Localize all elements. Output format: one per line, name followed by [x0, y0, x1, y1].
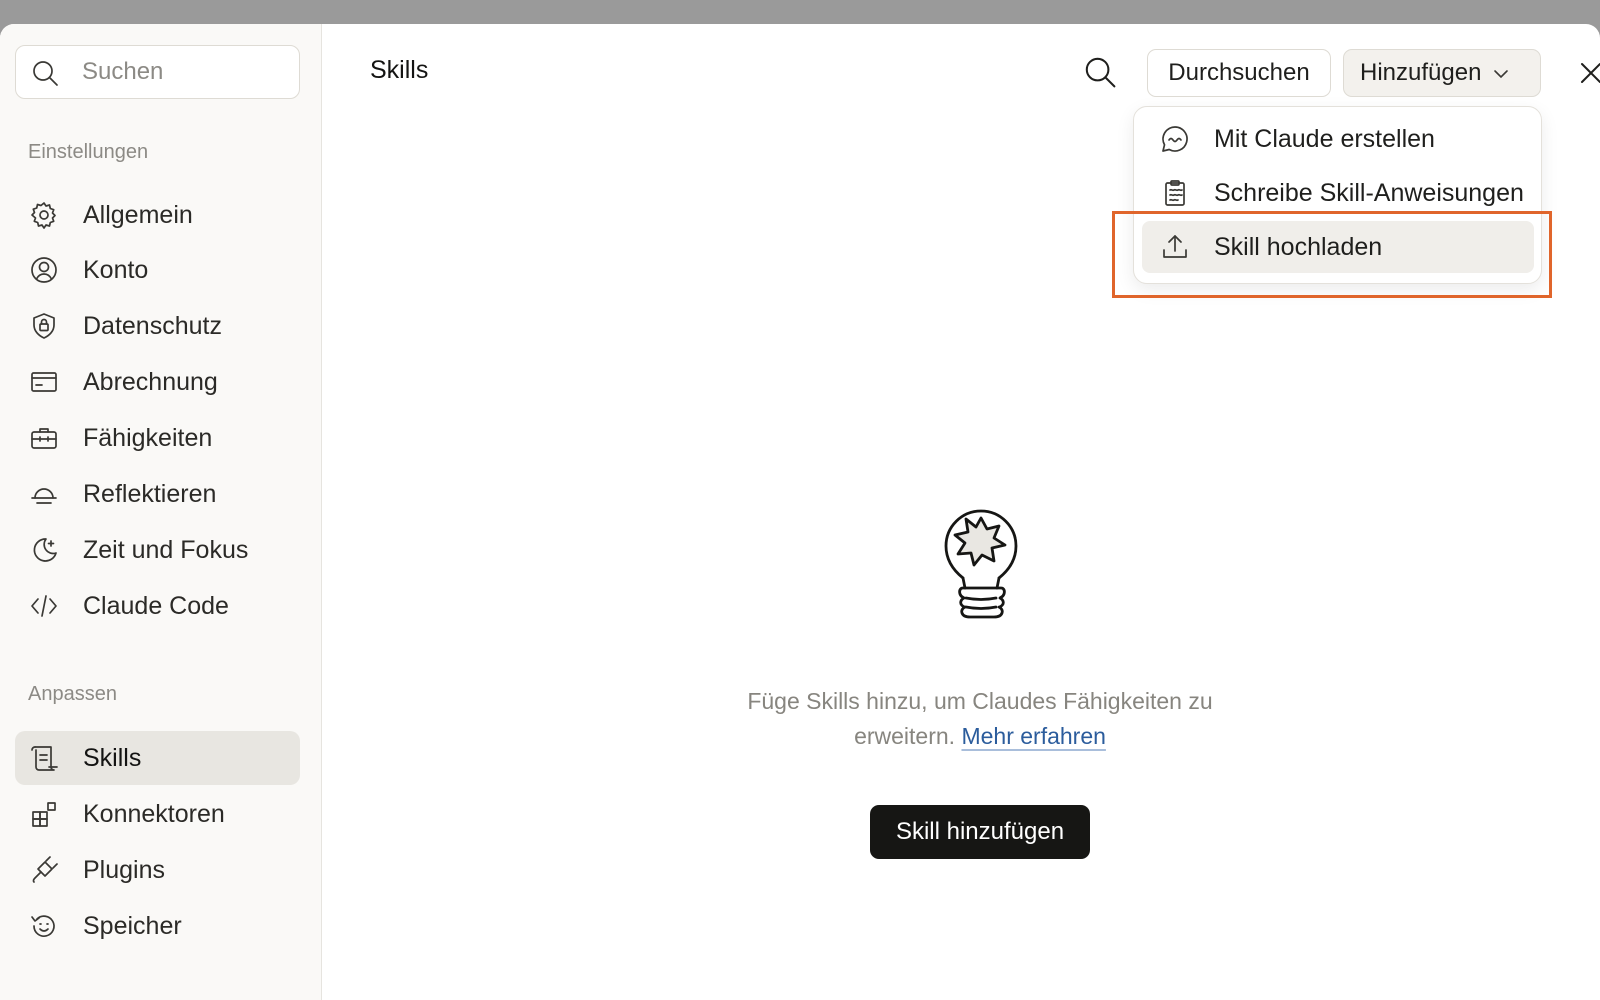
- sidebar-item-faehigkeiten[interactable]: Fähigkeiten: [15, 411, 300, 465]
- sidebar: Einstellungen Allgemein Konto Datenschut…: [0, 24, 322, 1000]
- search-icon: [30, 58, 60, 88]
- sidebar-item-label: Abrechnung: [83, 368, 218, 396]
- sidebar-item-label: Datenschutz: [83, 312, 222, 340]
- search-input[interactable]: [82, 56, 282, 88]
- sidebar-item-allgemein[interactable]: Allgemein: [15, 188, 300, 242]
- empty-state-text: Füge Skills hinzu, um Claudes Fähigkeite…: [700, 684, 1260, 754]
- sidebar-item-label: Speicher: [83, 912, 182, 940]
- sidebar-item-label: Zeit und Fokus: [83, 536, 249, 564]
- learn-more-link[interactable]: Mehr erfahren: [961, 723, 1105, 749]
- upload-icon: [1160, 232, 1190, 262]
- add-dropdown-menu: Mit Claude erstellen Schreibe Skill-Anwe…: [1133, 106, 1542, 284]
- section-label-settings: Einstellungen: [28, 141, 149, 163]
- browse-button-label: Durchsuchen: [1168, 59, 1310, 86]
- add-dropdown-button[interactable]: Hinzufügen: [1343, 49, 1541, 97]
- menu-item-label: Skill hochladen: [1214, 233, 1383, 261]
- clipboard-icon: [1160, 178, 1190, 208]
- settings-window: Einstellungen Allgemein Konto Datenschut…: [0, 24, 1600, 1000]
- sidebar-item-claude-code[interactable]: Claude Code: [15, 579, 300, 633]
- menu-item-create-with-claude[interactable]: Mit Claude erstellen: [1142, 113, 1534, 165]
- sidebar-item-zeit-und-fokus[interactable]: Zeit und Fokus: [15, 523, 300, 577]
- menu-item-label: Schreibe Skill-Anweisungen: [1214, 179, 1524, 207]
- sidebar-item-abrechnung[interactable]: Abrechnung: [15, 355, 300, 409]
- browse-button[interactable]: Durchsuchen: [1147, 49, 1331, 97]
- lightbulb-illustration-icon: [928, 494, 1034, 634]
- sidebar-item-skills[interactable]: Skills: [15, 731, 300, 785]
- sidebar-search[interactable]: [15, 45, 300, 99]
- close-icon[interactable]: [1576, 58, 1600, 88]
- sidebar-item-konnektoren[interactable]: Konnektoren: [15, 787, 300, 841]
- add-button-label: Hinzufügen: [1360, 59, 1482, 86]
- sidebar-item-speicher[interactable]: Speicher: [15, 899, 300, 953]
- gear-icon: [29, 200, 59, 230]
- sidebar-item-reflektieren[interactable]: Reflektieren: [15, 467, 300, 521]
- sidebar-item-label: Konnektoren: [83, 800, 225, 828]
- menu-item-write-instructions[interactable]: Schreibe Skill-Anweisungen: [1142, 167, 1534, 219]
- menu-item-upload-skill[interactable]: Skill hochladen: [1142, 221, 1534, 273]
- user-circle-icon: [29, 255, 59, 285]
- chevron-down-icon: [1491, 63, 1511, 83]
- history-icon: [29, 911, 59, 941]
- sidebar-item-label: Skills: [83, 744, 142, 772]
- shield-lock-icon: [29, 311, 59, 341]
- page-title: Skills: [370, 56, 429, 84]
- add-skill-button[interactable]: Skill hinzufügen: [870, 805, 1090, 859]
- sidebar-item-label: Claude Code: [83, 592, 229, 620]
- sunset-icon: [29, 479, 59, 509]
- sidebar-item-konto[interactable]: Konto: [15, 243, 300, 297]
- plug-icon: [29, 855, 59, 885]
- menu-item-label: Mit Claude erstellen: [1214, 125, 1435, 153]
- briefcase-icon: [29, 423, 59, 453]
- code-icon: [29, 591, 59, 621]
- sidebar-item-label: Fähigkeiten: [83, 424, 213, 452]
- credit-card-icon: [29, 367, 59, 397]
- sidebar-item-plugins[interactable]: Plugins: [15, 843, 300, 897]
- sidebar-item-label: Plugins: [83, 856, 165, 884]
- blocks-icon: [29, 799, 59, 829]
- search-icon[interactable]: [1082, 54, 1118, 90]
- section-label-customize: Anpassen: [28, 683, 117, 705]
- sidebar-item-label: Konto: [83, 256, 149, 284]
- scroll-icon: [29, 743, 59, 773]
- sidebar-item-label: Reflektieren: [83, 480, 217, 508]
- sidebar-item-datenschutz[interactable]: Datenschutz: [15, 299, 300, 353]
- chat-bubble-icon: [1160, 124, 1190, 154]
- moon-sparkle-icon: [29, 535, 59, 565]
- sidebar-item-label: Allgemein: [83, 201, 193, 229]
